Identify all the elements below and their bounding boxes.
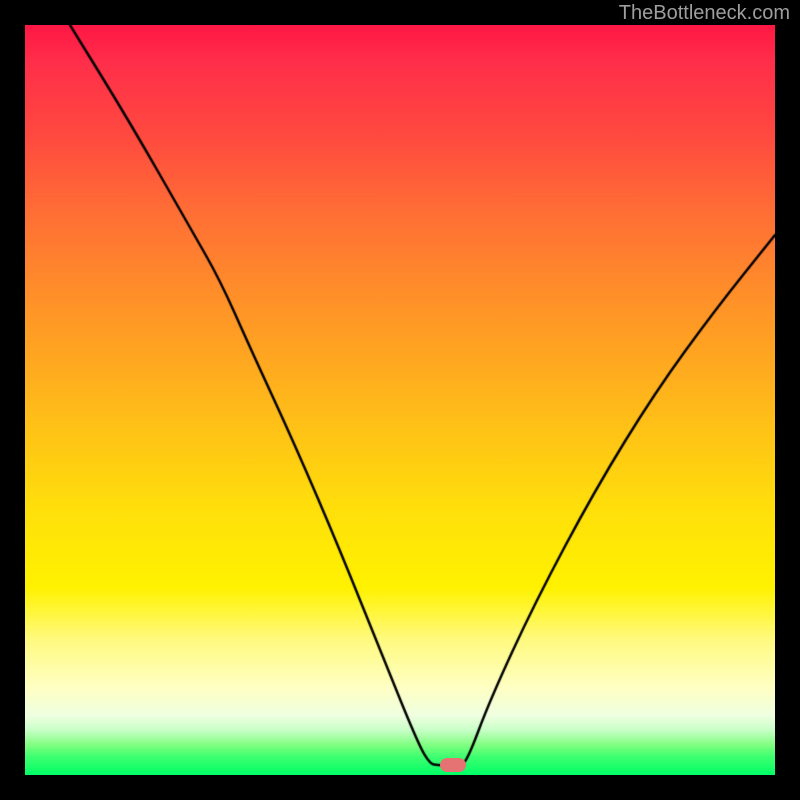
watermark-text: TheBottleneck.com: [619, 2, 790, 25]
bottleneck-curve: [25, 25, 775, 775]
optimal-point-marker: [440, 758, 466, 772]
